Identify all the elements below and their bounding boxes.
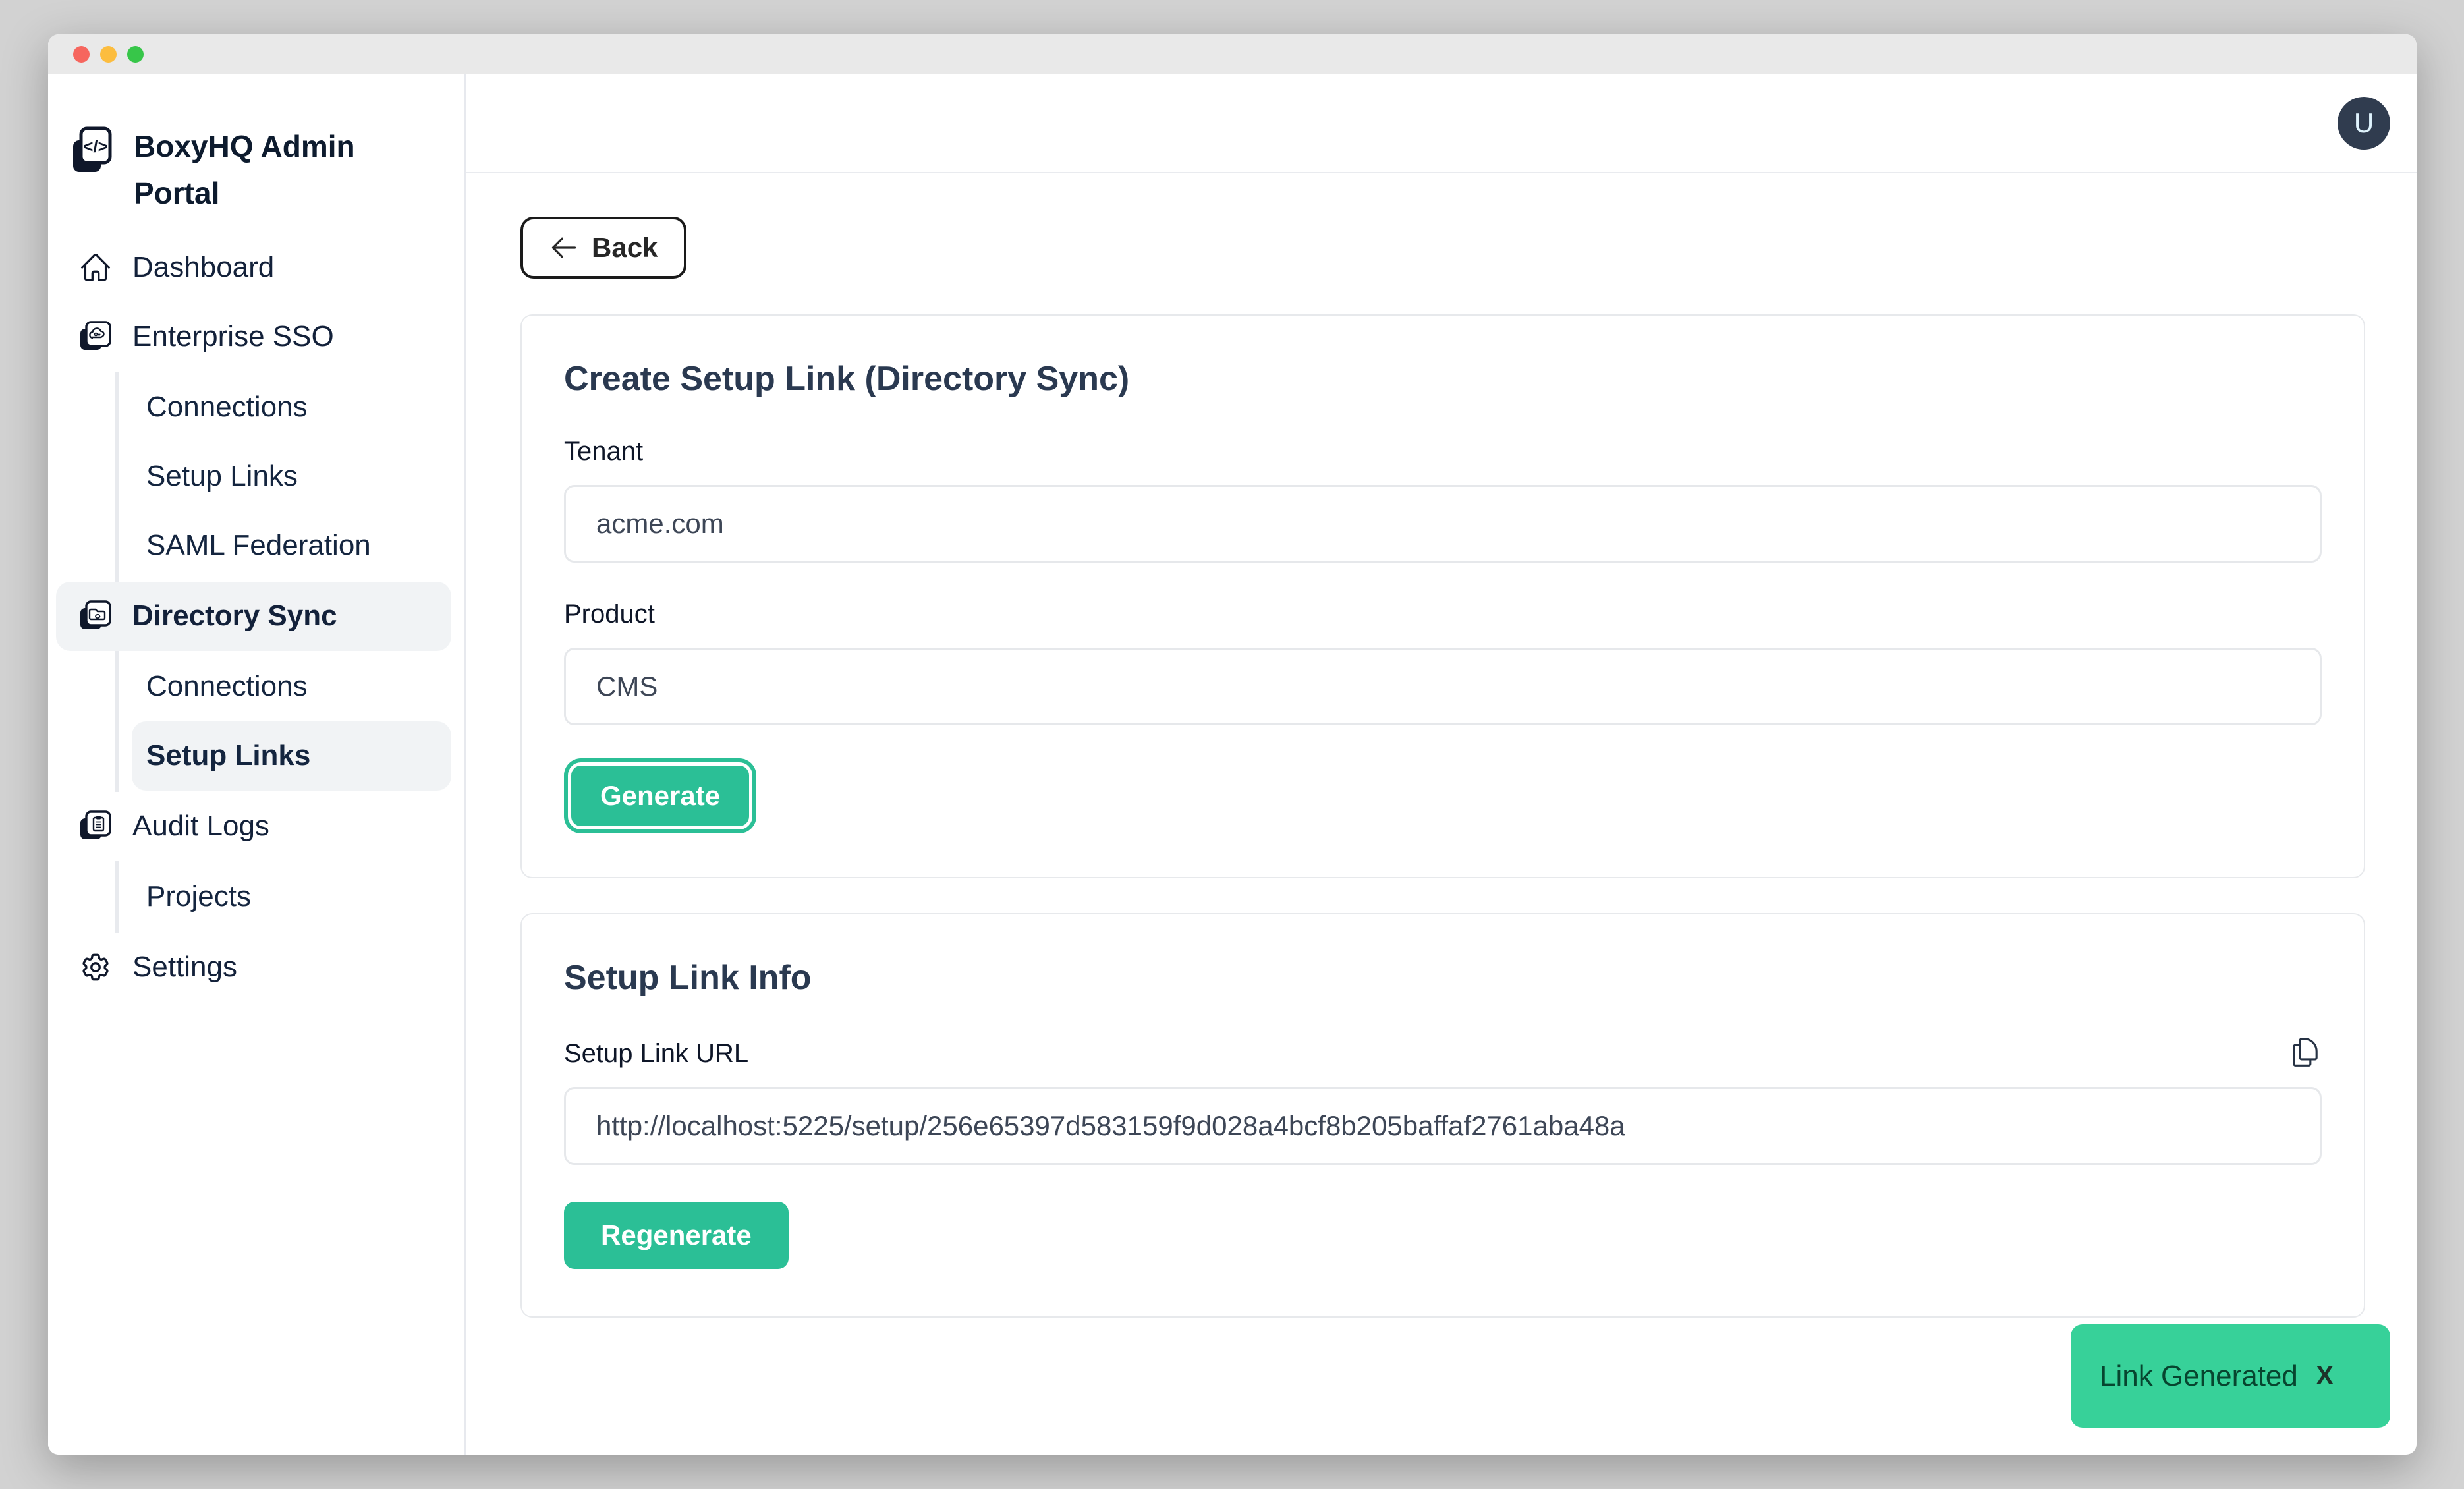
avatar-initial: U bbox=[2354, 107, 2374, 139]
app-window: </> BoxyHQ Admin Portal Dashboard bbox=[48, 34, 2417, 1455]
copy-url-button[interactable] bbox=[2289, 1036, 2322, 1069]
toast-message: Link Generated bbox=[2100, 1360, 2298, 1393]
minimize-window-button[interactable] bbox=[100, 46, 117, 63]
sidebar-item-label: Dashboard bbox=[132, 251, 274, 284]
directory-sync-subgroup: Connections Setup Links bbox=[115, 651, 451, 792]
enterprise-sso-subgroup: Connections Setup Links SAML Federation bbox=[115, 372, 451, 582]
sidebar-subitem-label: Connections bbox=[146, 391, 308, 424]
sidebar-item-label: Settings bbox=[132, 951, 237, 984]
sidebar-item-dsync-setup-links[interactable]: Setup Links bbox=[132, 721, 451, 791]
sidebar: </> BoxyHQ Admin Portal Dashboard bbox=[48, 74, 466, 1455]
tenant-input[interactable] bbox=[564, 485, 2322, 563]
main-header: U bbox=[466, 74, 2417, 173]
sidebar-item-sso-setup-links[interactable]: Setup Links bbox=[132, 442, 451, 511]
sidebar-nav: Dashboard Enterprise SSO bbox=[56, 233, 451, 1002]
clipboard-icon bbox=[78, 809, 113, 843]
main-area: U Back Create Setup Link (Directory Sync… bbox=[466, 74, 2417, 1455]
brand: </> BoxyHQ Admin Portal bbox=[56, 123, 451, 217]
product-label: Product bbox=[564, 600, 2322, 629]
create-setup-link-card: Create Setup Link (Directory Sync) Tenan… bbox=[520, 314, 2365, 878]
sidebar-item-label: Directory Sync bbox=[132, 600, 337, 632]
toast-close-button[interactable]: X bbox=[2316, 1361, 2334, 1391]
sidebar-item-settings[interactable]: Settings bbox=[56, 933, 451, 1002]
audit-logs-subgroup: Projects bbox=[115, 861, 451, 933]
sidebar-subitem-label: Connections bbox=[146, 670, 308, 703]
setup-link-url-input[interactable] bbox=[564, 1087, 2322, 1165]
svg-text:</>: </> bbox=[83, 136, 108, 156]
sidebar-subitem-label: SAML Federation bbox=[146, 529, 371, 562]
sidebar-item-dashboard[interactable]: Dashboard bbox=[56, 233, 451, 302]
maximize-window-button[interactable] bbox=[127, 46, 144, 63]
sso-cloud-key-icon bbox=[78, 320, 113, 354]
clipboard-copy-icon bbox=[2289, 1036, 2322, 1069]
home-icon bbox=[78, 250, 113, 285]
sidebar-subitem-label: Projects bbox=[146, 880, 251, 913]
card-title: Create Setup Link (Directory Sync) bbox=[564, 359, 2322, 399]
sidebar-item-audit-logs[interactable]: Audit Logs bbox=[56, 792, 451, 861]
sidebar-item-sso-connections[interactable]: Connections bbox=[132, 373, 451, 442]
folder-sync-icon bbox=[78, 599, 113, 633]
sidebar-item-saml-federation[interactable]: SAML Federation bbox=[132, 511, 451, 580]
product-field-group: Product bbox=[564, 600, 2322, 725]
sidebar-item-label: Enterprise SSO bbox=[132, 320, 334, 353]
success-toast: Link Generated X bbox=[2071, 1324, 2390, 1428]
generate-button[interactable]: Generate bbox=[568, 762, 752, 829]
sidebar-subitem-label: Setup Links bbox=[146, 739, 310, 772]
user-avatar[interactable]: U bbox=[2338, 97, 2390, 150]
sidebar-item-dsync-connections[interactable]: Connections bbox=[132, 652, 451, 721]
product-input[interactable] bbox=[564, 648, 2322, 725]
sidebar-item-label: Audit Logs bbox=[132, 810, 269, 843]
close-window-button[interactable] bbox=[73, 46, 90, 63]
sidebar-subitem-label: Setup Links bbox=[146, 460, 298, 493]
boxyhq-logo-icon: </> bbox=[70, 123, 113, 179]
back-button[interactable]: Back bbox=[520, 217, 686, 279]
brand-title: BoxyHQ Admin Portal bbox=[134, 123, 397, 217]
window-titlebar bbox=[48, 34, 2417, 74]
gear-icon bbox=[78, 950, 113, 984]
tenant-field-group: Tenant bbox=[564, 437, 2322, 563]
main-content: Back Create Setup Link (Directory Sync) … bbox=[466, 173, 2417, 1318]
arrow-left-icon bbox=[549, 233, 578, 262]
back-button-label: Back bbox=[592, 232, 658, 264]
setup-link-info-card: Setup Link Info Setup Link URL Reg bbox=[520, 913, 2365, 1318]
sidebar-item-directory-sync[interactable]: Directory Sync bbox=[56, 582, 451, 651]
sidebar-item-enterprise-sso[interactable]: Enterprise SSO bbox=[56, 302, 451, 372]
setup-link-url-label: Setup Link URL bbox=[564, 1039, 748, 1069]
sidebar-item-projects[interactable]: Projects bbox=[132, 862, 451, 932]
regenerate-button[interactable]: Regenerate bbox=[564, 1202, 789, 1269]
card-title: Setup Link Info bbox=[564, 958, 2322, 997]
tenant-label: Tenant bbox=[564, 437, 2322, 466]
